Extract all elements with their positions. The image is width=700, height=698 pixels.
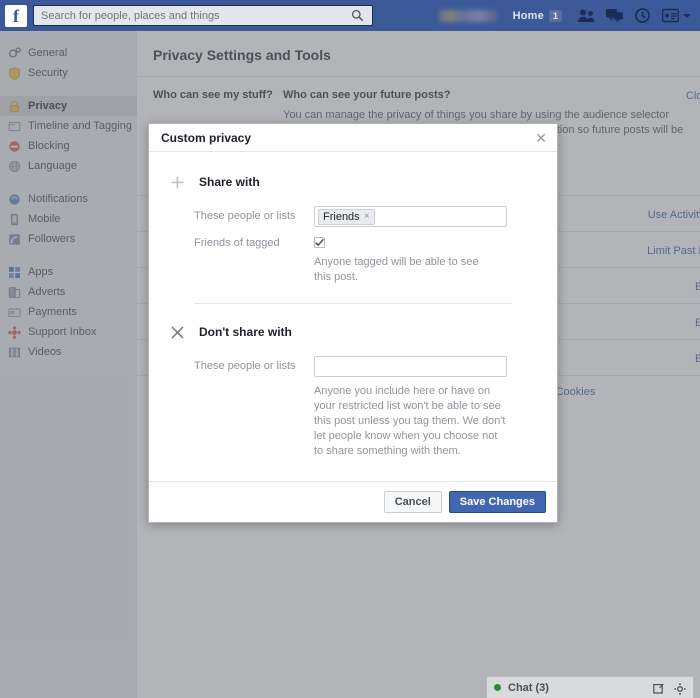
audience-token[interactable]: Friends × (318, 208, 375, 225)
dialog-title: Custom privacy (161, 130, 252, 145)
online-status-icon (494, 684, 501, 691)
search-box[interactable] (33, 5, 373, 26)
search-icon[interactable] (351, 9, 364, 22)
close-icon[interactable]: ✕ (535, 131, 547, 145)
friends-of-tagged-field: Friends of tagged Anyone tagged will be … (149, 233, 557, 285)
friends-of-tagged-hint: Anyone tagged will be able to see this p… (314, 256, 479, 283)
notifications-icon[interactable] (634, 8, 651, 23)
custom-privacy-dialog: Custom privacy ✕ Share with These people… (148, 123, 558, 523)
field-control: Anyone tagged will be able to see this p… (314, 233, 557, 285)
dont-share-with-heading: Don't share with (199, 325, 292, 339)
field-label: These people or lists (194, 210, 296, 222)
messages-icon[interactable] (606, 8, 623, 23)
dont-share-with-input[interactable] (314, 356, 507, 377)
audience-token-label: Friends (323, 210, 360, 223)
account-menu-icon[interactable] (662, 8, 679, 23)
facebook-logo[interactable]: f (5, 4, 27, 27)
chat-settings-icon[interactable] (674, 682, 686, 695)
friends-of-tagged-checkbox[interactable] (314, 237, 325, 248)
new-message-icon[interactable] (653, 682, 665, 694)
home-link[interactable]: Home (513, 10, 544, 22)
home-badge: 1 (548, 9, 562, 22)
share-with-people-field: These people or lists Friends × (149, 206, 557, 227)
search-input[interactable] (34, 9, 334, 22)
chat-label: Chat (3) (508, 681, 549, 694)
share-with-input[interactable]: Friends × (314, 206, 507, 227)
save-changes-button[interactable]: Save Changes (448, 491, 546, 513)
remove-token-icon[interactable]: × (364, 211, 370, 222)
field-control: Friends × (314, 206, 557, 227)
field-label: These people or lists (194, 360, 296, 372)
field-label: Friends of tagged (194, 237, 280, 249)
check-icon (315, 238, 324, 247)
dont-share-with-people-field: These people or lists Anyone you include… (149, 356, 557, 459)
cancel-button[interactable]: Cancel (383, 491, 442, 513)
dont-share-with-hint: Anyone you include here or have on your … (314, 385, 506, 457)
share-with-header: Share with (149, 174, 557, 190)
nav-right-group: Home 1 (438, 0, 700, 31)
plus-icon (169, 174, 185, 190)
account-caret-icon[interactable] (683, 13, 691, 18)
share-with-heading: Share with (199, 175, 260, 189)
dialog-footer: Cancel Save Changes (149, 481, 557, 522)
x-icon (169, 324, 185, 340)
dialog-header: Custom privacy ✕ (149, 124, 557, 152)
dialog-body: Share with These people or lists Friends… (149, 152, 557, 522)
profile-name-blurred[interactable] (438, 9, 497, 22)
chat-bar[interactable]: Chat (3) (486, 676, 694, 698)
top-navigation-bar: f Home 1 (0, 0, 700, 31)
facebook-settings-page: f Home 1 (0, 0, 700, 698)
section-divider (194, 303, 512, 304)
field-control: Anyone you include here or have on your … (314, 356, 557, 459)
friend-requests-icon[interactable] (578, 8, 595, 23)
dont-share-with-header: Don't share with (149, 324, 557, 340)
